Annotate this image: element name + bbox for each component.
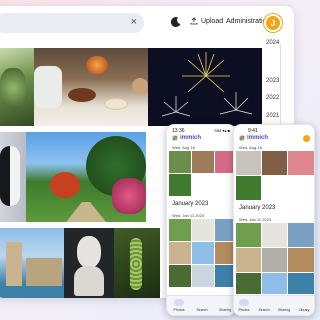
top-bar: × Upload Administration J: [0, 6, 294, 40]
thumb[interactable]: [262, 223, 287, 247]
upload-icon: [190, 17, 198, 25]
scrubber-year[interactable]: 2021: [266, 113, 279, 119]
thumb[interactable]: [169, 265, 191, 287]
photo-statue[interactable]: [64, 228, 114, 298]
brand-label: immich: [247, 135, 269, 141]
photo-dinner[interactable]: [34, 48, 148, 126]
status-time: 9:41: [248, 128, 258, 134]
nav-label: Photos: [238, 308, 250, 312]
moon-icon[interactable]: [170, 16, 182, 28]
thumb[interactable]: [288, 248, 314, 272]
nav-label: Photos: [173, 308, 185, 312]
thumb[interactable]: [215, 219, 235, 241]
nav-library[interactable]: Library: [296, 299, 312, 312]
photos-icon: [174, 299, 184, 306]
nav-sharing[interactable]: Sharing: [217, 299, 233, 312]
thumb[interactable]: [262, 151, 287, 175]
brand-label: immich: [180, 135, 202, 141]
photo-tower[interactable]: [0, 228, 64, 298]
thumb[interactable]: [215, 242, 235, 264]
scrubber-year[interactable]: 2023: [266, 78, 279, 84]
month-header: January 2023: [239, 205, 276, 211]
thumb[interactable]: [215, 151, 235, 173]
search-bar[interactable]: ×: [0, 13, 144, 33]
bottom-nav: Photos Search Sharing: [167, 295, 235, 315]
photo-plants[interactable]: [0, 48, 34, 126]
thumb[interactable]: [236, 248, 261, 272]
nav-label: Search: [258, 308, 270, 312]
date-header-2: Wed, Jan 11 2023: [239, 217, 272, 222]
avatar[interactable]: J: [264, 14, 282, 32]
mobile-app-android: 13:36 SIM ▾▴ ■ immich Wed, Aug 16 Januar…: [166, 124, 236, 316]
nav-label: Sharing: [277, 308, 291, 312]
scrubber-year[interactable]: 2022: [266, 95, 279, 101]
nav-label: Sharing: [218, 308, 232, 312]
photo-penguin[interactable]: [0, 132, 26, 222]
thumb[interactable]: [192, 151, 214, 173]
thumb[interactable]: [192, 265, 214, 287]
immich-logo-icon: [172, 135, 178, 141]
nav-search[interactable]: Search: [194, 299, 210, 312]
thumb[interactable]: [236, 273, 261, 294]
nav-sharing[interactable]: Sharing: [276, 299, 292, 312]
photo-fireworks[interactable]: [148, 48, 262, 126]
status-time: 13:36: [172, 128, 185, 134]
search-clear-icon[interactable]: ×: [131, 16, 137, 28]
nav-photos[interactable]: Photos: [171, 299, 187, 312]
search-icon: [259, 299, 269, 306]
avatar[interactable]: [303, 135, 310, 142]
nav-search[interactable]: Search: [256, 299, 272, 312]
library-icon: [299, 299, 309, 306]
nav-label: Search: [196, 308, 208, 312]
upload-button[interactable]: Upload: [190, 17, 223, 25]
sharing-icon: [279, 299, 289, 306]
thumb[interactable]: [169, 151, 191, 173]
upload-label: Upload: [201, 17, 224, 25]
bottom-nav: Photos Search Sharing Library: [234, 295, 314, 315]
date-header: Wed, Aug 16: [172, 145, 195, 150]
search-icon: [197, 299, 207, 306]
photo-garden[interactable]: [26, 132, 146, 222]
photo-grapes[interactable]: [114, 228, 160, 298]
app-brand: immich: [172, 135, 201, 141]
scrubber-year[interactable]: 2024: [266, 40, 279, 46]
thumb[interactable]: [192, 242, 214, 264]
date-header: Wed, Aug 16: [239, 145, 262, 150]
fireworks-burst: [161, 52, 253, 117]
sharing-icon: [220, 299, 230, 306]
thumb[interactable]: [236, 176, 261, 200]
thumb[interactable]: [236, 223, 261, 247]
thumb[interactable]: [215, 265, 235, 287]
thumb[interactable]: [169, 219, 191, 241]
photos-icon: [239, 299, 249, 306]
nav-photos[interactable]: Photos: [236, 299, 252, 312]
date-header-2: Wed, Jan 11 2023: [172, 213, 205, 218]
immich-logo-icon: [239, 135, 245, 141]
app-brand: immich: [239, 135, 268, 141]
thumb[interactable]: [288, 223, 314, 247]
thumb[interactable]: [288, 151, 314, 175]
thumb[interactable]: [169, 174, 191, 196]
thumb[interactable]: [262, 248, 287, 272]
thumb[interactable]: [288, 273, 314, 294]
status-icons: SIM ▾▴ ■: [214, 128, 230, 133]
thumb[interactable]: [192, 219, 214, 241]
mobile-app-ios: 9:41 immich Wed, Aug 16 January 2023 Wed…: [233, 124, 315, 316]
nav-label: Library: [298, 308, 310, 312]
thumb[interactable]: [236, 151, 261, 175]
thumb[interactable]: [262, 273, 287, 294]
thumb[interactable]: [169, 242, 191, 264]
month-header: January 2023: [172, 201, 209, 207]
